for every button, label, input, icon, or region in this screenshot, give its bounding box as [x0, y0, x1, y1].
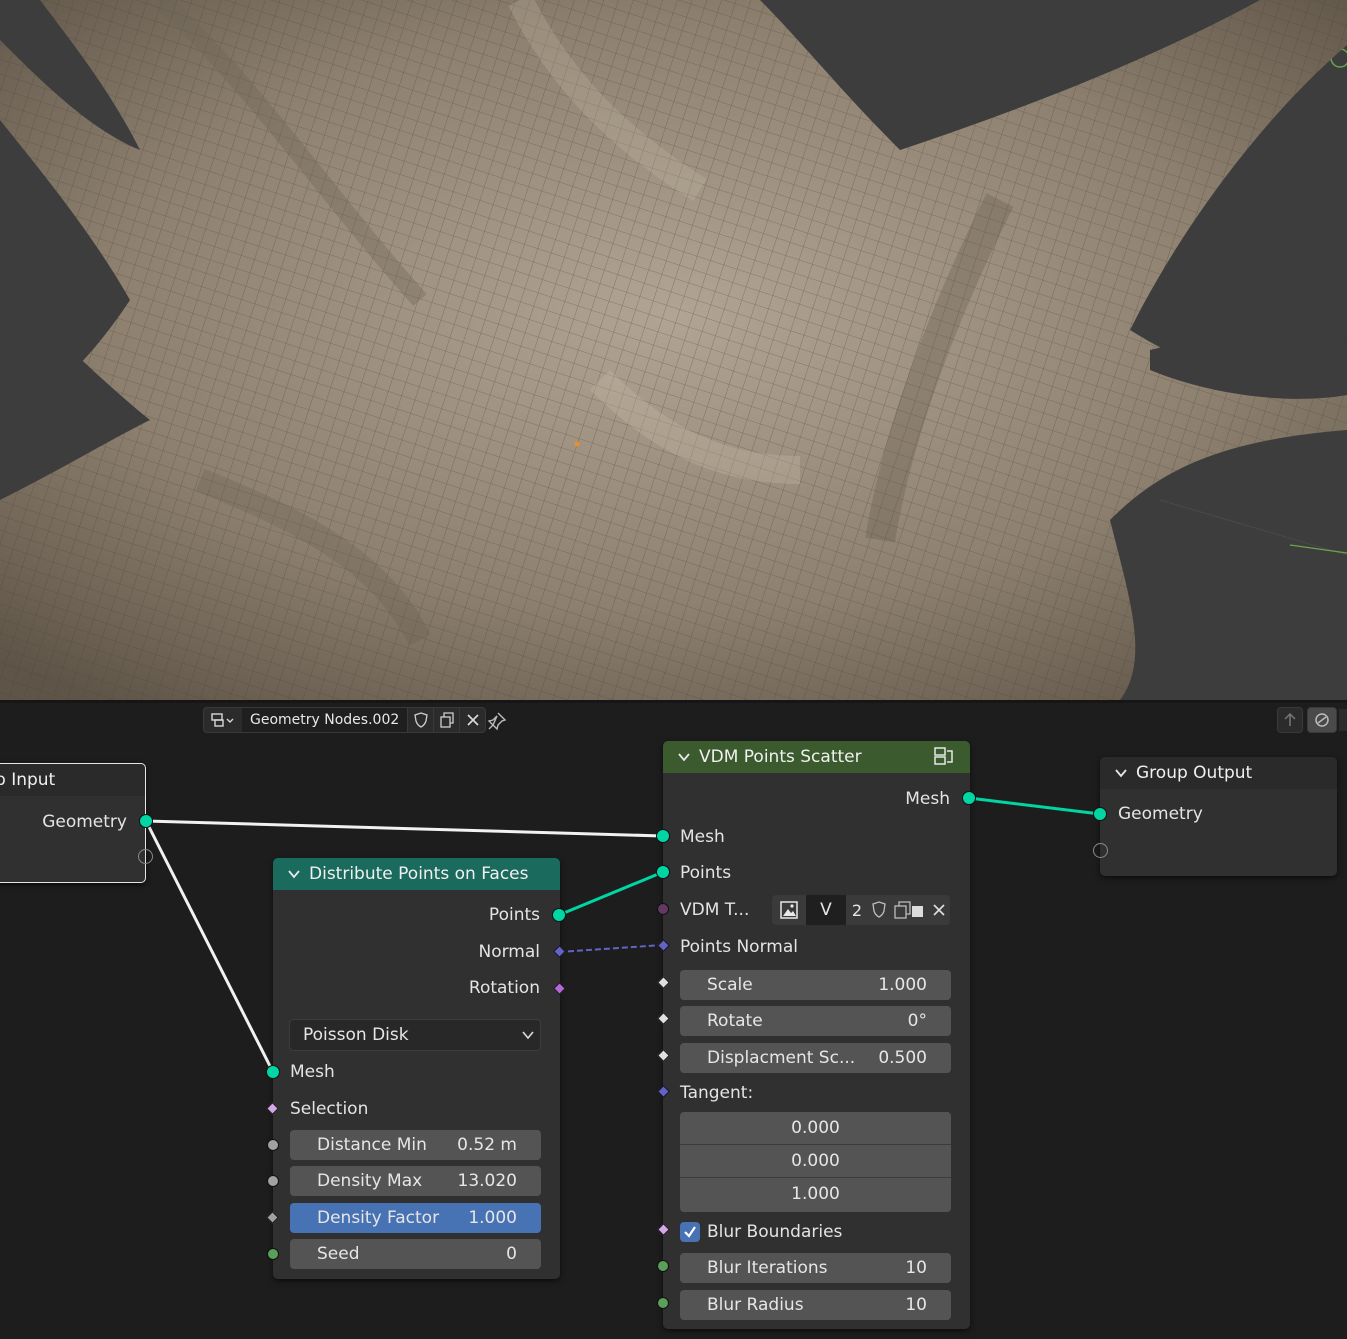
vdm-texture-label: VDM T...	[680, 900, 750, 920]
field-label: Scale	[707, 975, 753, 995]
vdm-image-name[interactable]: V	[806, 895, 846, 925]
chevron-down-icon	[522, 1031, 534, 1040]
vdm-points-scatter-node[interactable]: VDM Points Scatter Mesh Mesh Points VDM …	[663, 741, 970, 1329]
mesh-output-label: Mesh	[905, 789, 950, 809]
empty-input-socket[interactable]	[1093, 843, 1108, 858]
field-value: 1.000	[468, 1208, 517, 1228]
field-value: 13.020	[457, 1171, 517, 1191]
tangent-vector[interactable]: 0.000 0.000 1.000	[680, 1112, 951, 1212]
node-title: VDM Points Scatter	[699, 747, 862, 767]
node-group-icon[interactable]	[932, 746, 956, 768]
link-geometry-to-distribute-mesh	[144, 820, 275, 1073]
seed-field[interactable]: Seed 0	[290, 1239, 541, 1269]
field-value: 10	[905, 1295, 927, 1315]
distance-min-socket[interactable]	[267, 1139, 279, 1151]
mesh-input-socket[interactable]	[656, 829, 670, 843]
field-label: Distance Min	[317, 1135, 427, 1155]
image-browse-icon[interactable]	[772, 895, 806, 925]
tangent-x-field[interactable]: 0.000	[680, 1112, 951, 1145]
duplicate-icon[interactable]	[890, 895, 928, 925]
blur-radius-field[interactable]: Blur Radius 10	[680, 1290, 951, 1320]
distribute-method-dropdown[interactable]: Poisson Disk	[289, 1019, 541, 1051]
density-factor-field[interactable]: Density Factor 1.000	[290, 1203, 541, 1233]
points-output-label: Points	[488, 905, 540, 925]
scale-field[interactable]: Scale 1.000	[680, 970, 951, 1000]
collapse-chevron-icon[interactable]	[287, 867, 301, 881]
selection-input-label: Selection	[290, 1099, 369, 1119]
points-input-socket[interactable]	[656, 865, 670, 879]
fake-user-shield-icon[interactable]	[868, 895, 890, 925]
distance-min-field[interactable]: Distance Min 0.52 m	[290, 1130, 541, 1160]
collapse-chevron-icon[interactable]	[1114, 766, 1128, 780]
rotate-field[interactable]: Rotate 0°	[680, 1006, 951, 1036]
link-geometry-to-mesh	[145, 819, 664, 838]
blur-boundaries-checkbox[interactable]	[680, 1222, 700, 1242]
geometry-output-socket[interactable]	[139, 814, 153, 828]
output-label: Geometry	[42, 812, 127, 832]
node-title: Group Output	[1136, 763, 1253, 783]
points-output-socket[interactable]	[552, 908, 566, 922]
vdm-image-users[interactable]: 2	[846, 895, 868, 925]
mesh-input-label: Mesh	[290, 1062, 335, 1082]
points-normal-label: Points Normal	[680, 937, 798, 957]
sculpt-mesh-render	[0, 0, 1347, 700]
field-value: 0°	[907, 1011, 927, 1031]
displacement-scale-field[interactable]: Displacment Sc... 0.500	[680, 1043, 951, 1073]
mesh-input-label: Mesh	[680, 827, 725, 847]
collapse-chevron-icon[interactable]	[677, 750, 691, 764]
density-max-field[interactable]: Density Max 13.020	[290, 1166, 541, 1196]
node-title: p Input	[0, 770, 56, 790]
link-normal	[558, 944, 664, 953]
field-value: 1.000	[878, 975, 927, 995]
tangent-z-field[interactable]: 1.000	[680, 1178, 951, 1211]
field-value: 0.52 m	[457, 1135, 517, 1155]
field-label: Blur Radius	[707, 1295, 804, 1315]
normal-output-label: Normal	[478, 942, 540, 962]
blur-radius-socket[interactable]	[657, 1297, 669, 1309]
link-mesh-to-output	[968, 796, 1101, 816]
vdm-texture-socket[interactable]	[657, 903, 669, 915]
distribute-points-node[interactable]: Distribute Points on Faces Points Normal…	[273, 858, 560, 1279]
field-label: Seed	[317, 1244, 360, 1264]
field-label: Density Max	[317, 1171, 423, 1191]
field-label: Rotate	[707, 1011, 763, 1031]
group-output-node[interactable]: Group Output Geometry	[1100, 757, 1337, 876]
tangent-y-field[interactable]: 0.000	[680, 1145, 951, 1178]
field-value: 10	[905, 1258, 927, 1278]
3d-viewport[interactable]	[0, 0, 1347, 700]
tangent-label: Tangent:	[680, 1083, 754, 1103]
rotation-output-label: Rotation	[468, 978, 540, 998]
field-label: Blur Iterations	[707, 1258, 828, 1278]
points-input-label: Points	[680, 863, 732, 883]
field-label: Density Factor	[317, 1208, 440, 1228]
node-title: Distribute Points on Faces	[309, 864, 529, 884]
close-icon[interactable]	[928, 895, 950, 925]
vdm-image-selector[interactable]: V 2	[772, 895, 950, 925]
group-input-node[interactable]: p Input Geometry	[0, 763, 146, 883]
blur-iterations-socket[interactable]	[657, 1260, 669, 1272]
field-value: 0.500	[878, 1048, 927, 1068]
blur-boundaries-label[interactable]: Blur Boundaries	[707, 1222, 842, 1242]
checkmark-icon	[684, 1226, 696, 1238]
field-value: 0	[506, 1244, 517, 1264]
dropdown-value: Poisson Disk	[303, 1025, 409, 1045]
mesh-input-socket[interactable]	[266, 1065, 280, 1079]
seed-socket[interactable]	[267, 1248, 279, 1260]
empty-output-socket[interactable]	[138, 849, 153, 864]
node-editor[interactable]: Geometry Nodes.002 p Input Geometry Dist…	[0, 703, 1347, 1339]
field-label: Displacment Sc...	[707, 1048, 856, 1068]
link-points	[558, 870, 664, 917]
density-max-socket[interactable]	[267, 1175, 279, 1187]
geometry-input-socket[interactable]	[1093, 807, 1107, 821]
blur-iterations-field[interactable]: Blur Iterations 10	[680, 1253, 951, 1283]
mesh-output-socket[interactable]	[962, 791, 976, 805]
geometry-input-label: Geometry	[1118, 804, 1203, 824]
